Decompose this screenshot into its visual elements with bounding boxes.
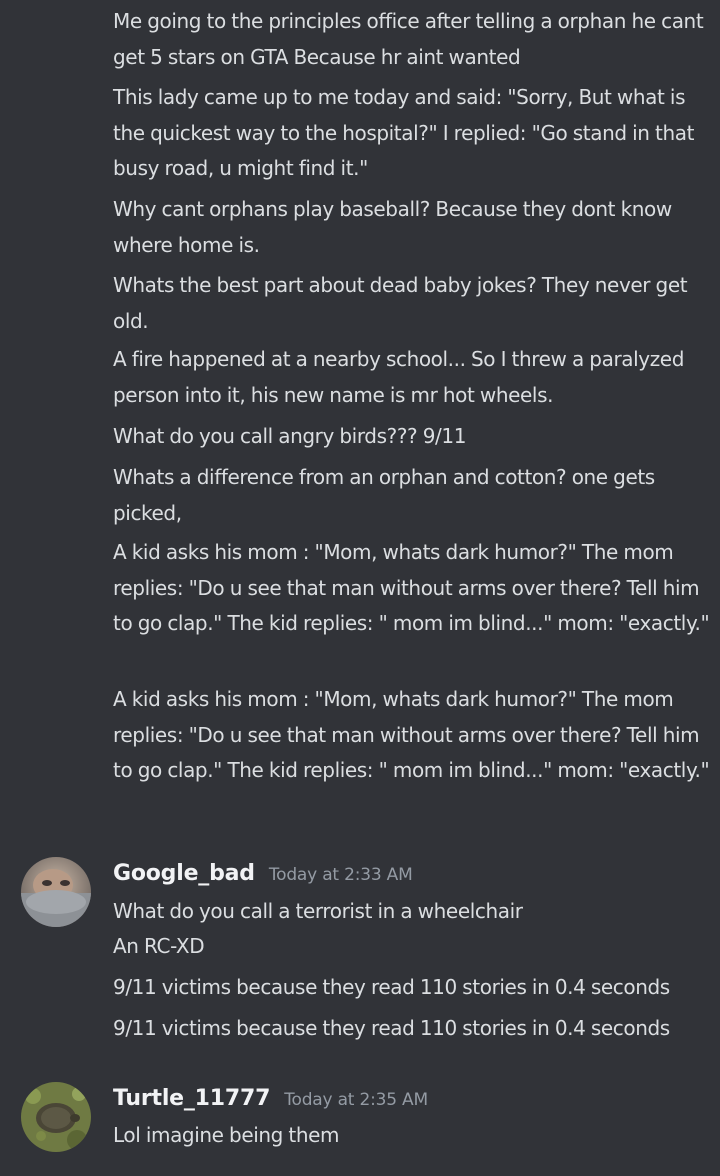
message-text: This lady came up to me today and said: … — [113, 85, 695, 180]
message-text: An RC-XD — [113, 934, 205, 958]
message-text: Why cant orphans play baseball? Because … — [113, 197, 672, 257]
username[interactable]: Google_bad — [113, 861, 255, 886]
chat-messages: Me going to the principles office after … — [0, 0, 720, 1176]
timestamp: Today at 2:35 AM — [284, 1090, 428, 1110]
message-header: Google_bad Today at 2:33 AM — [113, 861, 413, 897]
message-text: What do you call a terrorist in a wheelc… — [113, 899, 523, 923]
message-text: 9/11 victims because they read 110 stori… — [113, 975, 670, 999]
message-text: Whats the best part about dead baby joke… — [113, 273, 688, 333]
message-text: Me going to the principles office after … — [113, 9, 704, 69]
message-text: 9/11 victims because they read 110 stori… — [113, 1016, 670, 1040]
message-text: A fire happened at a nearby school... So… — [113, 347, 685, 407]
avatar[interactable] — [21, 857, 91, 927]
message-text: A kid asks his mom : "Mom, whats dark hu… — [113, 540, 710, 635]
message-header: Turtle_11777 Today at 2:35 AM — [113, 1086, 428, 1122]
message-text: A kid asks his mom : "Mom, whats dark hu… — [113, 687, 710, 782]
message-text: Lol imagine being them — [113, 1123, 340, 1147]
avatar[interactable] — [21, 1082, 91, 1152]
message-text: Whats a difference from an orphan and co… — [113, 465, 655, 525]
username[interactable]: Turtle_11777 — [113, 1086, 270, 1111]
message-text: What do you call angry birds??? 9/11 — [113, 424, 467, 448]
timestamp: Today at 2:33 AM — [268, 865, 413, 885]
